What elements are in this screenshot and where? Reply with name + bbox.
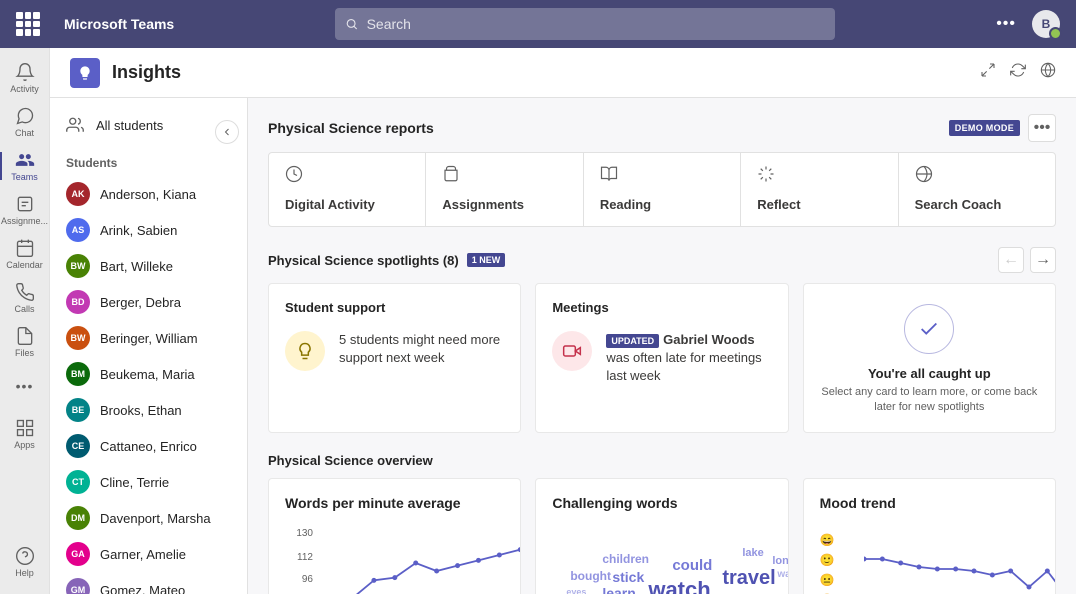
lightbulb-icon: [285, 331, 325, 371]
student-item[interactable]: BD Berger, Debra: [50, 284, 247, 320]
student-item[interactable]: GA Garner, Amelie: [50, 536, 247, 572]
student-avatar: BW: [66, 326, 90, 350]
student-avatar: AK: [66, 182, 90, 206]
student-item[interactable]: CE Cattaneo, Enrico: [50, 428, 247, 464]
collapse-icon[interactable]: [980, 62, 996, 83]
backpack-icon: [442, 165, 460, 183]
student-item[interactable]: DM Davenport, Marsha: [50, 500, 247, 536]
cloud-word: watch: [648, 577, 710, 594]
search-input-wrapper[interactable]: [335, 8, 835, 40]
spotlights-title: Physical Science spotlights (8): [268, 253, 459, 268]
student-name: Beringer, William: [100, 331, 198, 346]
reports-title: Physical Science reports: [268, 120, 434, 136]
tab-reflect[interactable]: Reflect: [741, 153, 898, 226]
student-avatar: BE: [66, 398, 90, 422]
tab-reading[interactable]: Reading: [584, 153, 741, 226]
student-name: Arink, Sabien: [100, 223, 177, 238]
student-name: Brooks, Ethan: [100, 403, 182, 418]
new-badge: 1 NEW: [467, 253, 506, 267]
insights-app-icon: [70, 58, 100, 88]
profile-avatar[interactable]: B: [1032, 10, 1060, 38]
spotlight-caughtup: You're all caught up Select any card to …: [803, 283, 1056, 433]
chart-wpm[interactable]: Words per minute average 1301129680: [268, 478, 521, 594]
student-avatar: DM: [66, 506, 90, 530]
app-name: Microsoft Teams: [64, 16, 174, 32]
student-item[interactable]: BW Beringer, William: [50, 320, 247, 356]
student-item[interactable]: BW Bart, Willeke: [50, 248, 247, 284]
clock-icon: [285, 165, 303, 183]
student-name: Anderson, Kiana: [100, 187, 196, 202]
student-item[interactable]: BE Brooks, Ethan: [50, 392, 247, 428]
chart-mood-trend[interactable]: Mood trend 😄🙂😐😟😢: [803, 478, 1056, 594]
globe-search-icon: [915, 165, 933, 183]
search-input[interactable]: [367, 16, 826, 32]
cloud-word: children: [602, 552, 649, 566]
student-name: Berger, Debra: [100, 295, 181, 310]
student-avatar: BM: [66, 362, 90, 386]
chart-challenging-words[interactable]: Challenging words watchtravelbecausecoul…: [535, 478, 788, 594]
rail-files[interactable]: Files: [0, 320, 50, 364]
student-name: Davenport, Marsha: [100, 511, 211, 526]
rail-teams[interactable]: Teams: [0, 144, 50, 188]
cloud-word: could: [672, 557, 712, 574]
cloud-word: lake: [742, 547, 763, 559]
student-avatar: GA: [66, 542, 90, 566]
student-item[interactable]: BM Beukema, Maria: [50, 356, 247, 392]
rail-chat[interactable]: Chat: [0, 100, 50, 144]
refresh-icon[interactable]: [1010, 62, 1026, 83]
cloud-word: eyes: [566, 587, 586, 594]
student-avatar: BD: [66, 290, 90, 314]
rail-assignments[interactable]: Assignme...: [0, 188, 50, 232]
cloud-word: stick: [612, 569, 644, 585]
student-avatar: BW: [66, 254, 90, 278]
tab-search-coach[interactable]: Search Coach: [899, 153, 1055, 226]
student-name: Cline, Terrie: [100, 475, 169, 490]
student-avatar: AS: [66, 218, 90, 242]
student-avatar: CE: [66, 434, 90, 458]
cloud-word: learn: [602, 585, 635, 594]
video-icon: [552, 331, 592, 371]
student-item[interactable]: AK Anderson, Kiana: [50, 176, 247, 212]
sidebar-collapse-button[interactable]: [215, 120, 239, 144]
student-name: Beukema, Maria: [100, 367, 195, 382]
report-tabs: Digital Activity Assignments Reading Ref…: [268, 152, 1056, 227]
app-launcher-icon[interactable]: [16, 12, 40, 36]
student-name: Cattaneo, Enrico: [100, 439, 197, 454]
spotlight-student-support[interactable]: Student support 5 students might need mo…: [268, 283, 521, 433]
rail-help[interactable]: Help: [0, 540, 50, 584]
student-avatar: GM: [66, 578, 90, 594]
students-section-label: Students: [50, 144, 247, 176]
spotlight-meetings[interactable]: Meetings UPDATEDGabriel Woods was often …: [535, 283, 788, 433]
cloud-word: warm: [777, 569, 788, 580]
book-icon: [600, 165, 618, 183]
cloud-word: travel: [722, 567, 775, 590]
more-options-icon[interactable]: •••: [996, 15, 1016, 33]
rail-activity[interactable]: Activity: [0, 56, 50, 100]
overview-title: Physical Science overview: [268, 453, 1056, 468]
tab-assignments[interactable]: Assignments: [426, 153, 583, 226]
spotlights-next-button[interactable]: →: [1030, 247, 1056, 273]
rail-apps[interactable]: Apps: [0, 412, 50, 456]
demo-mode-badge: DEMO MODE: [949, 120, 1020, 136]
reports-more-button[interactable]: •••: [1028, 114, 1056, 142]
rail-more[interactable]: •••: [0, 364, 50, 408]
student-avatar: CT: [66, 470, 90, 494]
student-name: Bart, Willeke: [100, 259, 173, 274]
spotlights-prev-button[interactable]: ←: [998, 247, 1024, 273]
cloud-word: bought: [570, 569, 611, 583]
cloud-word: long: [772, 555, 788, 567]
page-title: Insights: [112, 62, 181, 83]
student-item[interactable]: CT Cline, Terrie: [50, 464, 247, 500]
globe-icon[interactable]: [1040, 62, 1056, 83]
student-item[interactable]: GM Gomez, Mateo: [50, 572, 247, 594]
student-item[interactable]: AS Arink, Sabien: [50, 212, 247, 248]
search-icon: [345, 17, 358, 31]
rail-calendar[interactable]: Calendar: [0, 232, 50, 276]
student-name: Garner, Amelie: [100, 547, 186, 562]
rail-calls[interactable]: Calls: [0, 276, 50, 320]
sparkle-icon: [757, 165, 775, 183]
checkmark-icon: [904, 304, 954, 354]
tab-digital-activity[interactable]: Digital Activity: [269, 153, 426, 226]
student-name: Gomez, Mateo: [100, 583, 185, 594]
